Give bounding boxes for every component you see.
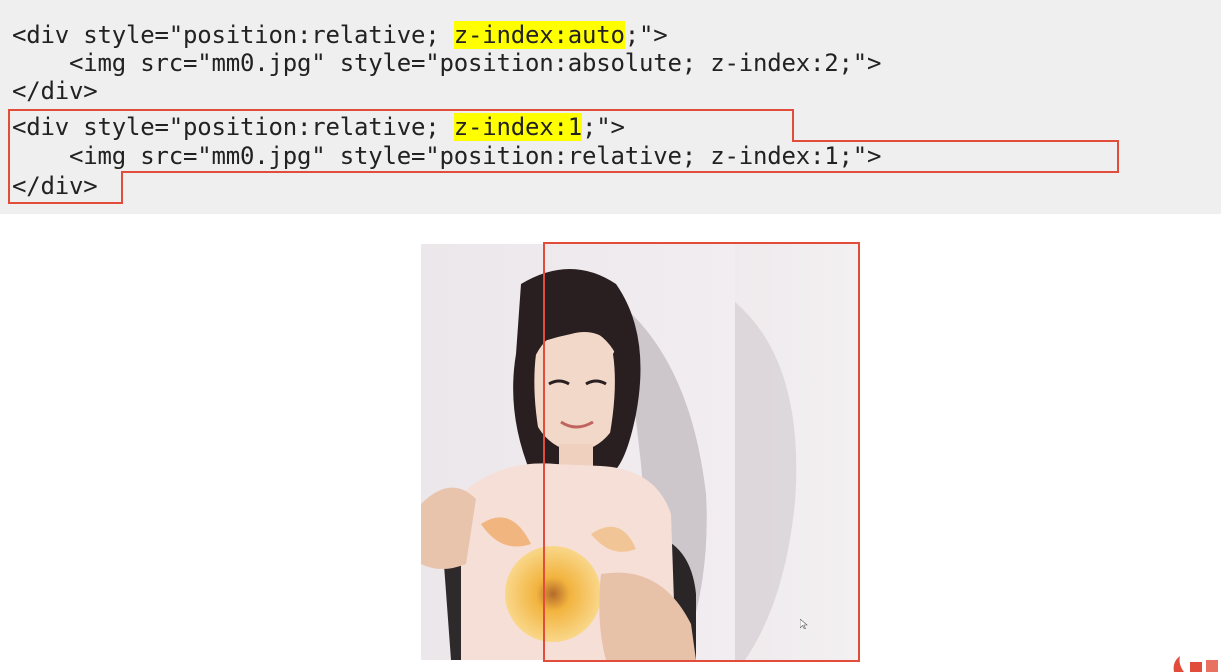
code-line-2: <img src="mm0.jpg" style="position:absol… <box>12 49 882 77</box>
watermark-logo-icon <box>1173 656 1218 672</box>
code-line-1-start: <div style="position:relative; <box>12 21 454 49</box>
z-index-auto-highlight: z-index:auto <box>453 21 625 49</box>
code-line-3: </div> <box>12 77 98 105</box>
demo-render-area <box>0 214 1221 672</box>
code-panel: <div style="position:relative; z-index:a… <box>0 0 1221 214</box>
code-line-1-end: ;"> <box>624 21 668 49</box>
code-line-1: <div style="position:relative; z-index:a… <box>12 21 668 49</box>
code-line-6: </div> <box>12 172 98 200</box>
z-index-1-highlight: z-index:1 <box>453 113 582 141</box>
mouse-cursor-icon <box>800 619 808 629</box>
photo-front <box>421 244 735 660</box>
code-line-5: <img src="mm0.jpg" style="position:relat… <box>12 142 882 170</box>
code-line-4-start: <div style="position:relative; <box>12 113 454 141</box>
code-line-4: <div style="position:relative; z-index:1… <box>12 113 625 141</box>
photo-front-image <box>421 244 735 660</box>
code-line-4-end: ;"> <box>581 113 625 141</box>
